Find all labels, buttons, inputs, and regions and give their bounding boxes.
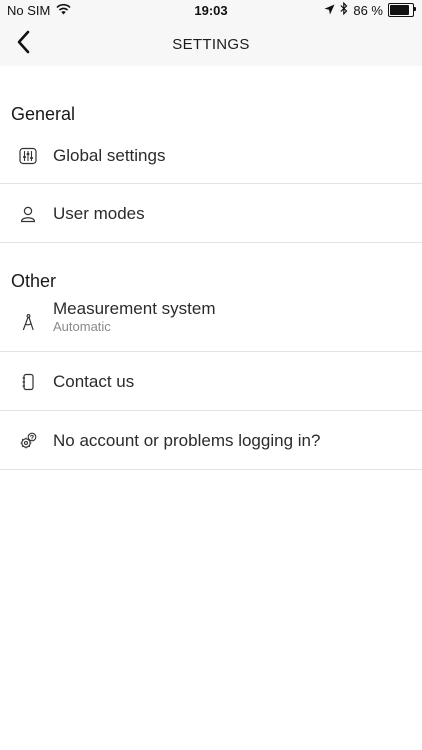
sliders-icon — [19, 147, 37, 165]
user-icon — [19, 205, 37, 223]
section-general: General Global settings User modes — [0, 102, 422, 243]
row-text: Contact us — [53, 372, 134, 392]
gear-question-icon — [19, 432, 37, 450]
settings-item-label: Measurement system — [53, 299, 216, 318]
section-other: Other Measurement system Automatic Conta… — [0, 269, 422, 470]
battery-fill — [390, 5, 409, 15]
page-title: SETTINGS — [172, 36, 250, 53]
address-book-icon — [19, 373, 37, 391]
settings-item-contact-us[interactable]: Contact us — [0, 352, 422, 411]
battery-icon — [388, 3, 416, 17]
settings-item-user-modes[interactable]: User modes — [0, 184, 422, 243]
section-header-general: General — [11, 104, 76, 124]
status-right: 86 % — [324, 1, 416, 18]
section-header-other: Other — [11, 271, 57, 291]
settings-item-sublabel: Automatic — [53, 319, 111, 334]
navigation-bar: SETTINGS — [0, 22, 422, 66]
settings-item-global-settings[interactable]: Global settings — [0, 126, 422, 184]
settings-item-measurement-system[interactable]: Measurement system Automatic — [0, 293, 422, 352]
bluetooth-icon — [340, 1, 348, 18]
settings-item-label: User modes — [53, 204, 145, 223]
row-text: No account or problems logging in? — [53, 431, 320, 451]
settings-item-account-help[interactable]: No account or problems logging in? — [0, 411, 422, 470]
settings-item-label: Global settings — [53, 146, 166, 165]
status-bar: No SIM 19:03 86 % — [0, 0, 422, 22]
row-text: Global settings — [53, 146, 165, 166]
settings-item-label: No account or problems logging in? — [53, 431, 321, 450]
settings-item-label: Contact us — [53, 372, 135, 391]
row-text: User modes — [53, 204, 145, 224]
row-text: Measurement system Automatic — [53, 299, 216, 335]
battery-percent: 86 % — [353, 2, 383, 18]
compass-drafting-icon — [19, 313, 37, 331]
location-arrow-icon — [324, 3, 335, 18]
settings-list: General Global settings User modes Other… — [0, 66, 422, 470]
